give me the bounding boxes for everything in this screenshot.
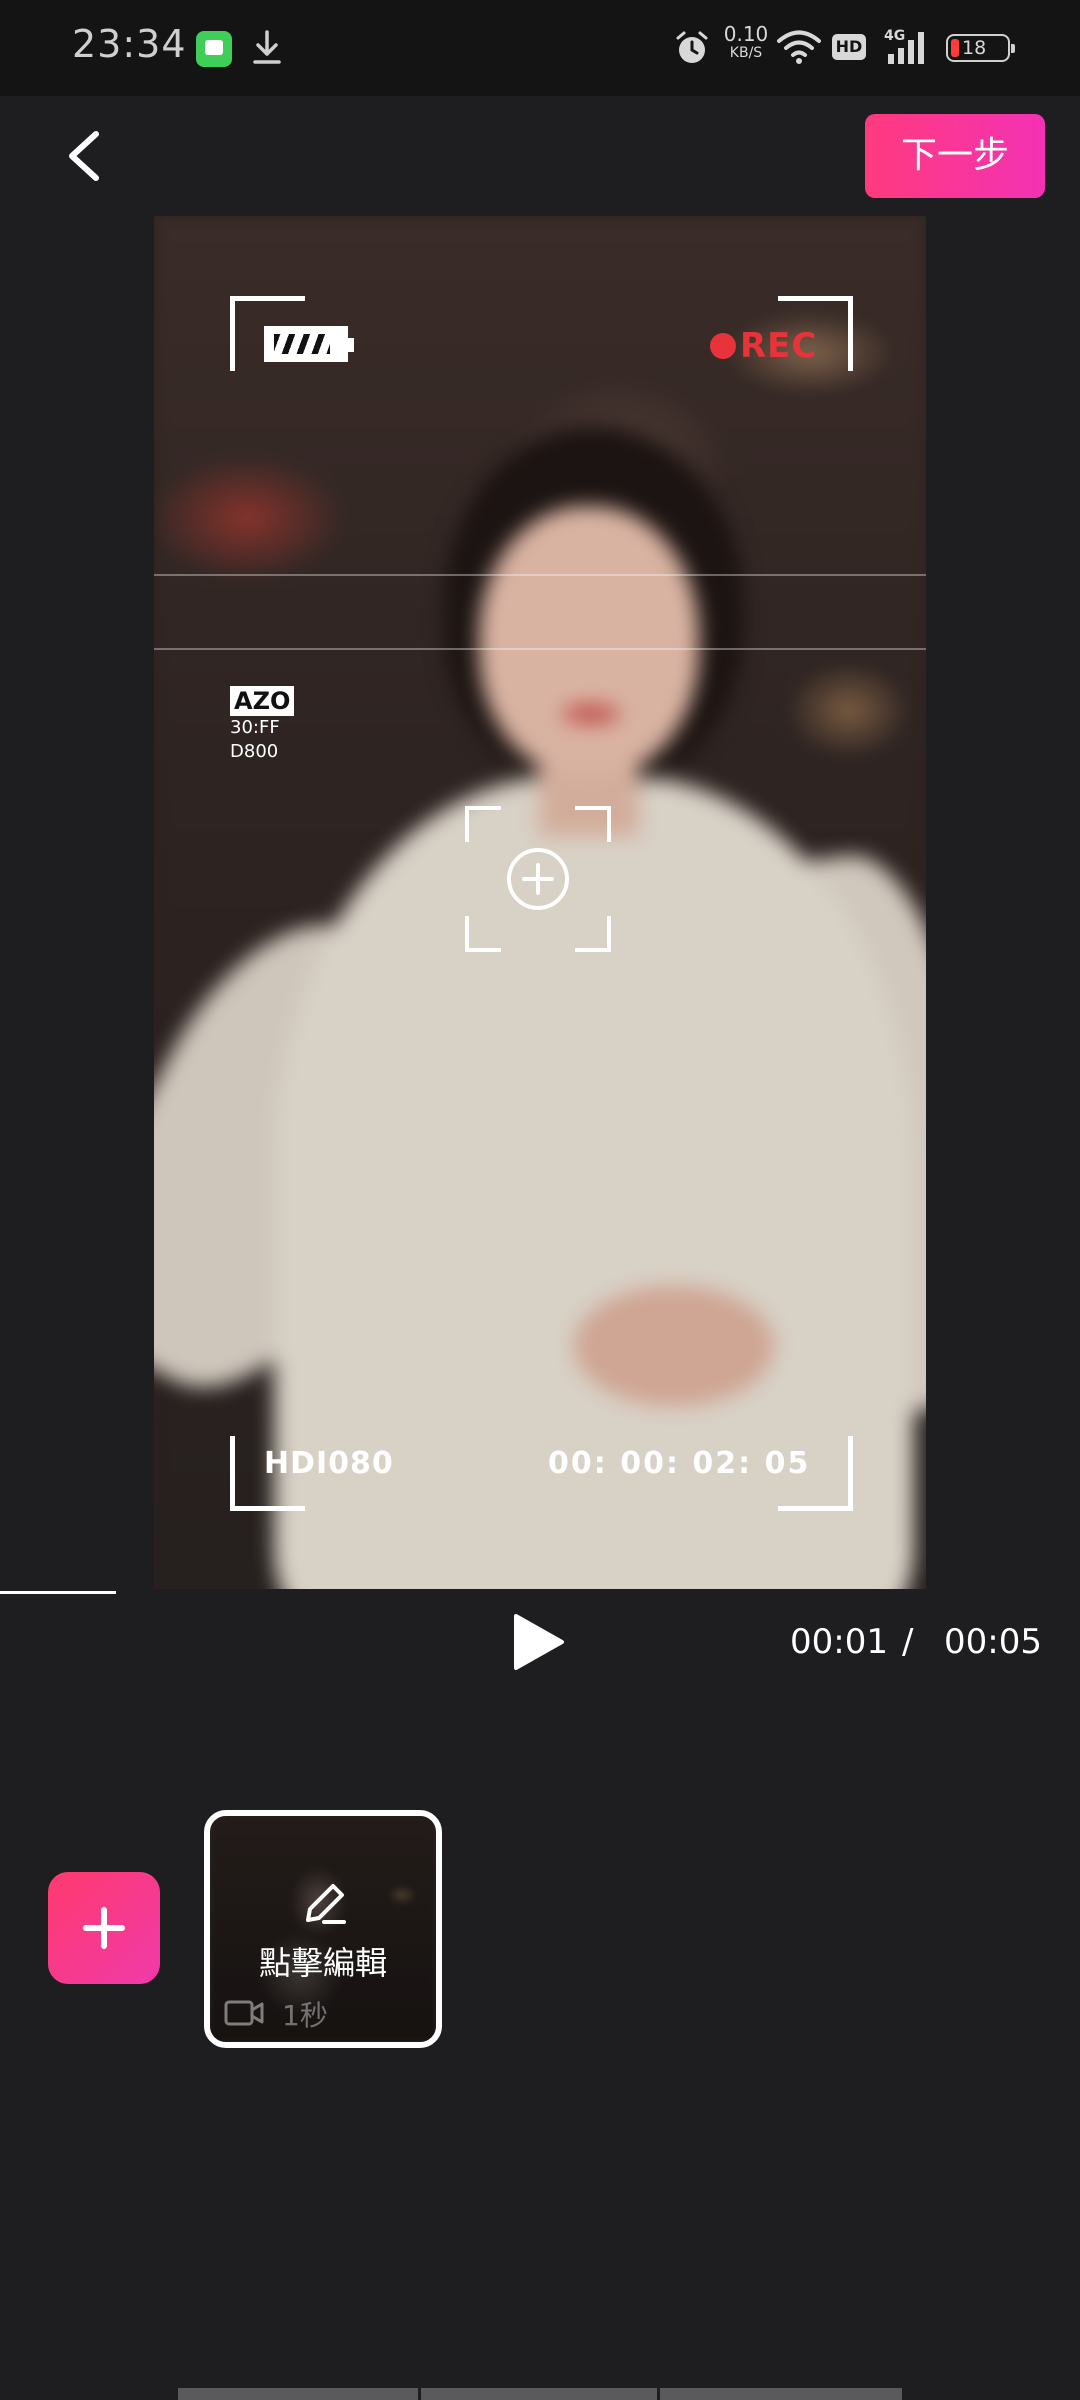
camera-info: AZO 30:FF D800: [230, 686, 295, 764]
rec-dot-icon: [710, 333, 736, 359]
back-button[interactable]: [54, 124, 114, 188]
status-bar: 23:34 0.10 KB/S HD 4G 18: [0, 0, 1080, 96]
hd-badge: HD: [832, 34, 866, 60]
playback-progress[interactable]: [0, 1591, 116, 1594]
video-preview[interactable]: REC AZO 30:FF D800 HDI080 00: 00: 02: 05: [154, 216, 926, 1589]
clip-duration: 1秒: [282, 1999, 328, 2032]
current-time: 00:01: [790, 1622, 888, 1662]
bottom-indicator: [421, 2388, 657, 2400]
viewfinder-battery-icon: [264, 326, 354, 362]
time-separator: /: [902, 1622, 914, 1662]
network-type: 4G: [884, 28, 906, 44]
wifi-icon: [777, 30, 821, 64]
battery-icon: 18: [946, 34, 1015, 62]
rec-label: REC: [740, 326, 818, 366]
overlay-line: [154, 648, 926, 650]
next-step-button[interactable]: 下一步: [865, 114, 1045, 198]
focus-reticle: [465, 806, 611, 952]
overlay-line: [154, 574, 926, 576]
bottom-indicator: [660, 2388, 902, 2400]
resolution-label: HDI080: [264, 1446, 394, 1481]
message-app-icon: [196, 31, 232, 67]
network-speed-value: 0.10: [723, 22, 769, 46]
rec-indicator: REC: [710, 326, 817, 366]
total-time: 00:05: [944, 1622, 1042, 1662]
network-speed-unit: KB/S: [729, 45, 763, 61]
clip-thumbnail[interactable]: 點擊編輯 1秒: [204, 1810, 442, 2048]
plus-icon: [83, 1907, 125, 1949]
focus-plus-icon: [507, 848, 569, 910]
pencil-icon: [306, 1884, 346, 1924]
status-time: 23:34: [72, 22, 187, 66]
video-camera-icon: [224, 2000, 264, 2026]
alarm-icon: [676, 31, 708, 63]
play-button[interactable]: [508, 1610, 568, 1674]
camera-badge: AZO: [230, 686, 295, 716]
battery-level: 18: [962, 37, 987, 59]
camera-info-line: 30:FF: [230, 717, 280, 738]
camera-info-line: D800: [230, 741, 279, 762]
network-speed: 0.10 KB/S: [718, 24, 774, 60]
battery-fill: [951, 39, 959, 57]
add-clip-button[interactable]: [48, 1872, 160, 1984]
bottom-indicator: [178, 2388, 418, 2400]
download-icon: [253, 30, 281, 64]
timecode-label: 00: 00: 02: 05: [548, 1446, 811, 1481]
clip-edit-label: 點擊編輯: [258, 1944, 387, 1982]
